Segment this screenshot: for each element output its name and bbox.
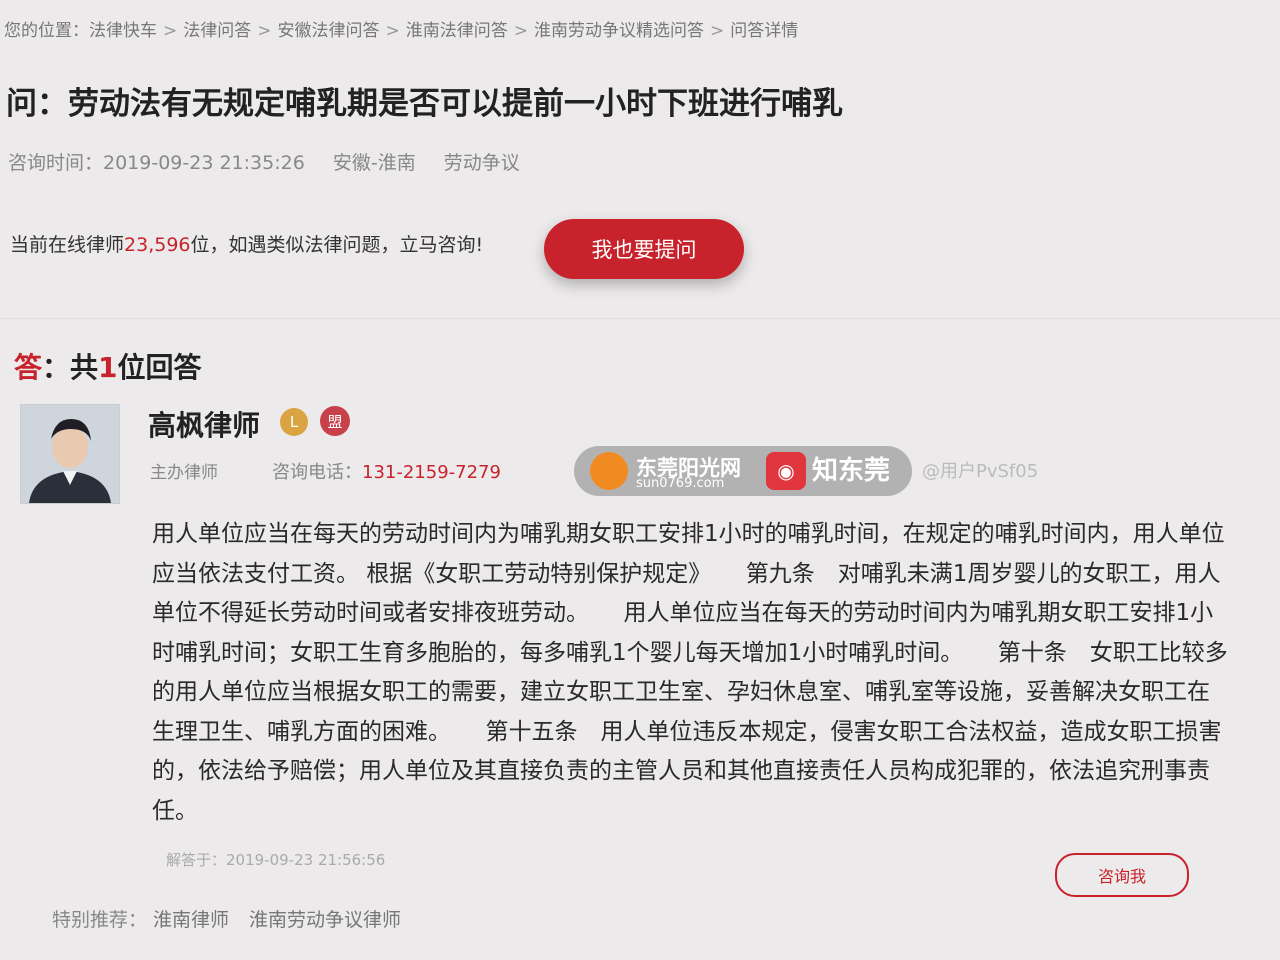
breadcrumb-separator: > xyxy=(385,21,400,41)
question-location: 安徽-淮南 xyxy=(332,152,416,174)
breadcrumb-link[interactable]: 法律问答 xyxy=(183,21,251,41)
breadcrumb-link[interactable]: 淮南劳动争议精选问答 xyxy=(534,21,704,41)
answer-count: 1 xyxy=(98,351,118,384)
consult-me-button[interactable]: 咨询我 xyxy=(1055,853,1189,897)
breadcrumb-current: 问答详情 xyxy=(730,21,799,41)
breadcrumb-separator: > xyxy=(710,21,725,41)
question-category: 劳动争议 xyxy=(443,152,520,174)
answers-heading-mid: ：共 xyxy=(42,351,99,384)
lawyer-phone: 131-2159-7279 xyxy=(362,462,501,483)
alliance-badge-icon: 盟 xyxy=(320,406,350,436)
phone-label: 咨询电话： xyxy=(272,462,362,483)
answer-body: 用人单位应当在每天的劳动时间内为哺乳期女职工安排1小时的哺乳时间，在规定的哺乳时… xyxy=(152,521,1228,824)
online-lawyers-text: 当前在线律师23,596位，如遇类似法律问题，立马咨询! xyxy=(10,230,483,257)
sun-logo-icon xyxy=(590,452,628,490)
answers-heading: 答：共1位回答 xyxy=(14,346,202,386)
cta-pre: 当前在线律师 xyxy=(10,234,125,256)
recommend-link[interactable]: 淮南劳动争议律师 xyxy=(249,909,401,931)
breadcrumb-separator: > xyxy=(257,21,272,41)
breadcrumb-link[interactable]: 淮南法律问答 xyxy=(406,21,508,41)
question-title: 问：劳动法有无规定哺乳期是否可以提前一小时下班进行哺乳 xyxy=(6,86,843,122)
lawyer-phone-row: 咨询电话：131-2159-7279 xyxy=(272,458,501,484)
lawyer-avatar[interactable] xyxy=(20,404,120,504)
breadcrumb-link[interactable]: 安徽法律问答 xyxy=(278,21,380,41)
answered-at: 解答于：2019-09-23 21:56:56 xyxy=(166,851,386,869)
watermark-site-url: sun0769.com xyxy=(636,476,725,491)
ask-question-button[interactable]: 我也要提问 xyxy=(544,219,744,279)
watermark-brand: 知东莞 xyxy=(812,456,891,486)
breadcrumb-prefix: 您的位置： xyxy=(4,21,89,41)
breadcrumb: 您的位置：法律快车 > 法律问答 > 安徽法律问答 > 淮南法律问答 > 淮南劳动争议精选问答 >… xyxy=(4,16,798,41)
lawyer-name[interactable]: 高枫律师 xyxy=(148,404,260,444)
breadcrumb-link[interactable]: 法律快车 xyxy=(89,21,157,41)
question-time: 咨询时间：2019-09-23 21:35:26 xyxy=(8,152,305,174)
gold-badge-icon: L xyxy=(280,408,308,436)
answers-heading-post: 位回答 xyxy=(117,351,202,384)
person-photo-icon xyxy=(21,405,119,503)
breadcrumb-separator: > xyxy=(513,21,528,41)
section-divider xyxy=(0,318,1280,319)
recommend-label: 特别推荐： xyxy=(52,909,148,931)
watermark-user: @用户PvSf05 xyxy=(922,461,1039,482)
answers-heading-lead: 答 xyxy=(14,351,43,384)
recommend-link[interactable]: 淮南律师 xyxy=(153,909,229,931)
online-lawyer-count: 23,596 xyxy=(124,234,191,256)
cta-post: 位，如遇类似法律问题，立马咨询! xyxy=(190,234,484,256)
special-recommend: 特别推荐： 淮南律师 淮南劳动争议律师 xyxy=(52,905,415,932)
breadcrumb-separator: > xyxy=(163,21,178,41)
question-meta: 咨询时间：2019-09-23 21:35:26 安徽-淮南 劳动争议 xyxy=(8,148,542,175)
lawyer-role: 主办律师 xyxy=(150,463,218,483)
eye-logo-icon: ◉ xyxy=(766,452,806,490)
